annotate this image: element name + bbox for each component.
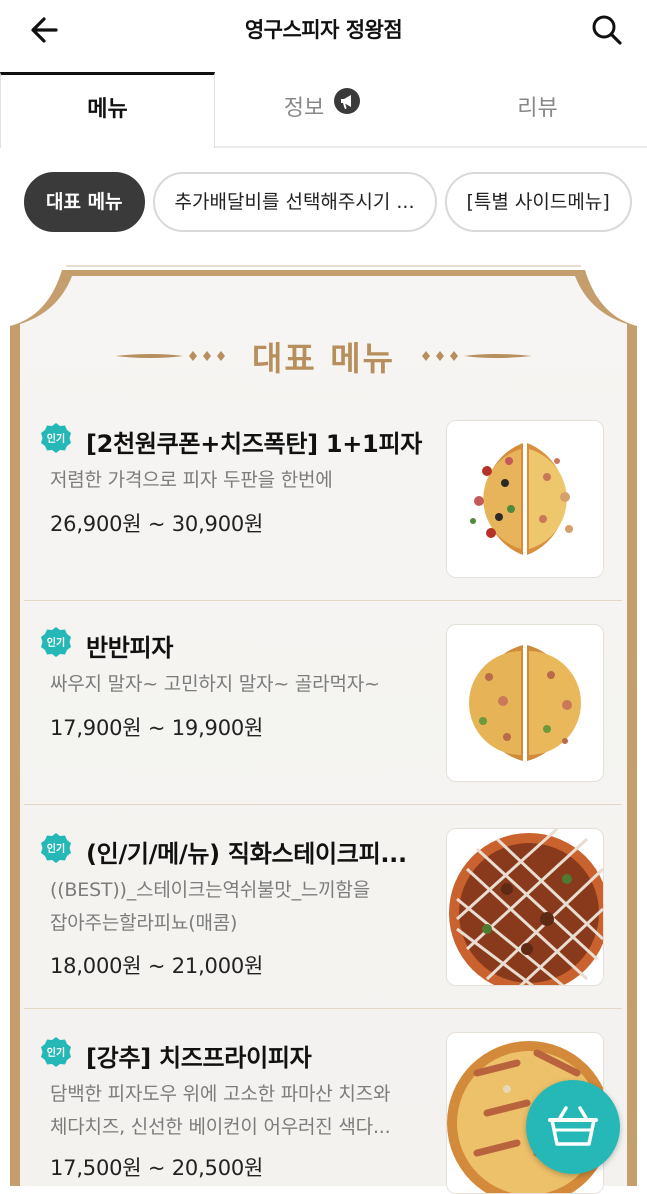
popular-badge-icon: 인기 [41, 833, 71, 863]
menu-item-photo [446, 624, 604, 782]
tab-info[interactable]: 정보 [215, 72, 430, 146]
store-tabs: 메뉴 정보 리뷰 [0, 72, 647, 148]
chip-featured-menu[interactable]: 대표 메뉴 [24, 172, 145, 232]
menu-item-desc-line2: 잡아주는할라피뇨(매콤) [50, 912, 238, 934]
tab-menu-label: 메뉴 [87, 97, 128, 122]
pizza-half-half-image [447, 625, 603, 781]
chip-special-side[interactable]: [특별 사이드메뉴] [444, 172, 632, 232]
menu-item-desc: 저렴한 가격으로 피자 두판을 한번에 [50, 469, 333, 491]
popular-badge-icon: 인기 [41, 627, 71, 657]
menu-item[interactable]: 인기 반반피자 싸우지 말자~ 고민하지 말자~ 골라먹자~ 17,900원 ~… [24, 604, 622, 804]
menu-item-price: 17,500원 ~ 20,500원 [50, 1156, 264, 1180]
chip-extra-delivery[interactable]: 추가배달비를 선택해주시기 ... [152, 172, 437, 232]
tab-review-label: 리뷰 [517, 96, 558, 121]
notice-megaphone-icon [333, 72, 361, 146]
menu-item-name: 반반피자 [86, 634, 174, 662]
menu-item-desc-line1: ((BEST))_스테이크는역쉬불맛_느끼함을 [50, 879, 370, 901]
basket-icon [548, 1106, 598, 1146]
category-chips: 대표 메뉴 추가배달비를 선택해주시기 ... [특별 사이드메뉴] [24, 172, 632, 234]
popular-badge-label: 인기 [47, 636, 65, 649]
menu-item[interactable]: 인기 (인/기/메/뉴) 직화스테이크피... ((BEST))_스테이크는역쉬… [24, 808, 622, 1008]
section-title: 대표 메뉴 [252, 339, 395, 378]
store-title: 영구스피자 정왕점 [244, 18, 403, 42]
menu-item-name: (인/기/메/뉴) 직화스테이크피... [86, 840, 407, 868]
steak-pizza-image [447, 829, 603, 985]
tab-info-label: 정보 [283, 96, 325, 121]
menu-item-desc: 싸우지 말자~ 고민하지 말자~ 골라먹자~ [50, 673, 380, 695]
menu-item-desc-line2: 체다치즈, 신선한 베이컨이 어우러진 색다... [50, 1116, 391, 1138]
left-ornament-icon [114, 351, 225, 361]
tab-review[interactable]: 리뷰 [430, 72, 645, 146]
item-divider [24, 600, 622, 601]
menu-item-price: 18,000원 ~ 21,000원 [50, 954, 264, 978]
popular-badge-icon: 인기 [41, 423, 71, 453]
menu-item-photo [446, 828, 604, 986]
menu-item-name: [2천원쿠폰+치즈폭탄] 1+1피자 [86, 430, 423, 458]
menu-item[interactable]: 인기 [2천원쿠폰+치즈폭탄] 1+1피자 저렴한 가격으로 피자 두판을 한번… [24, 400, 622, 600]
top-app-bar: 영구스피자 정왕점 [0, 0, 647, 58]
popular-badge-label: 인기 [47, 432, 65, 445]
search-button[interactable] [587, 10, 627, 50]
item-divider [24, 804, 622, 805]
menu-item-name: [강추] 치즈프라이피자 [86, 1044, 312, 1072]
section-header: 대표 메뉴 [0, 332, 647, 380]
item-divider [24, 1008, 622, 1009]
cart-button[interactable] [526, 1080, 620, 1174]
menu-item-desc-line1: 담백한 피자도우 위에 고소한 파마산 치즈와 [50, 1083, 391, 1105]
right-ornament-icon [422, 351, 533, 361]
popular-badge-label: 인기 [47, 842, 65, 855]
search-icon [592, 15, 622, 45]
popular-badge-icon: 인기 [41, 1037, 71, 1067]
tab-menu[interactable]: 메뉴 [0, 72, 215, 148]
menu-item-price: 26,900원 ~ 30,900원 [50, 512, 264, 536]
menu-item-photo [446, 420, 604, 578]
popular-badge-label: 인기 [47, 1046, 65, 1059]
pizza-half-half-image [447, 421, 603, 577]
menu-item-price: 17,900원 ~ 19,900원 [50, 716, 264, 740]
